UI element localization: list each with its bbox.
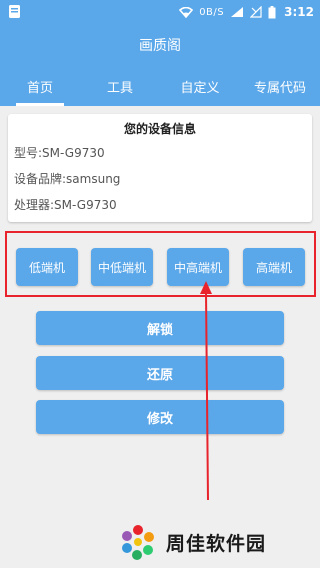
unlock-button[interactable]: 解锁 (36, 311, 284, 345)
notification-icon (9, 5, 20, 18)
device-model: 型号:SM-G9730 (14, 146, 105, 160)
device-processor: 处理器:SM-G9730 (14, 198, 117, 212)
high-end-button[interactable]: 高端机 (243, 248, 305, 286)
modify-button[interactable]: 修改 (36, 400, 284, 434)
app-bar: 画质阁 (0, 24, 320, 66)
tab-exclusive-code[interactable]: 专属代码 (240, 66, 320, 106)
wifi-icon (179, 6, 194, 18)
tab-home[interactable]: 首页 (0, 66, 80, 106)
mid-high-end-button[interactable]: 中高端机 (167, 248, 229, 286)
tab-custom[interactable]: 自定义 (160, 66, 240, 106)
status-bar: 0B/S 3:12 (0, 0, 320, 24)
no-signal-icon (250, 6, 262, 18)
tab-tools[interactable]: 工具 (80, 66, 160, 106)
device-info-card: 您的设备信息 型号:SM-G9730 设备品牌:samsung 处理器:SM-G… (8, 114, 312, 222)
tab-bar: 首页 工具 自定义 专属代码 (0, 66, 320, 106)
low-end-button[interactable]: 低端机 (16, 248, 78, 286)
network-speed: 0B/S (199, 6, 225, 18)
mid-low-end-button[interactable]: 中低端机 (91, 248, 153, 286)
battery-icon (268, 5, 276, 18)
device-brand: 设备品牌:samsung (14, 172, 121, 186)
restore-button[interactable]: 还原 (36, 356, 284, 390)
watermark: 周佳软件园 (118, 520, 266, 564)
app-title: 画质阁 (139, 38, 181, 54)
watermark-text: 周佳软件园 (166, 532, 267, 555)
watermark-logo-icon (122, 525, 154, 560)
device-info-title: 您的设备信息 (123, 122, 196, 136)
clock: 3:12 (284, 5, 314, 19)
signal-icon (231, 7, 244, 17)
